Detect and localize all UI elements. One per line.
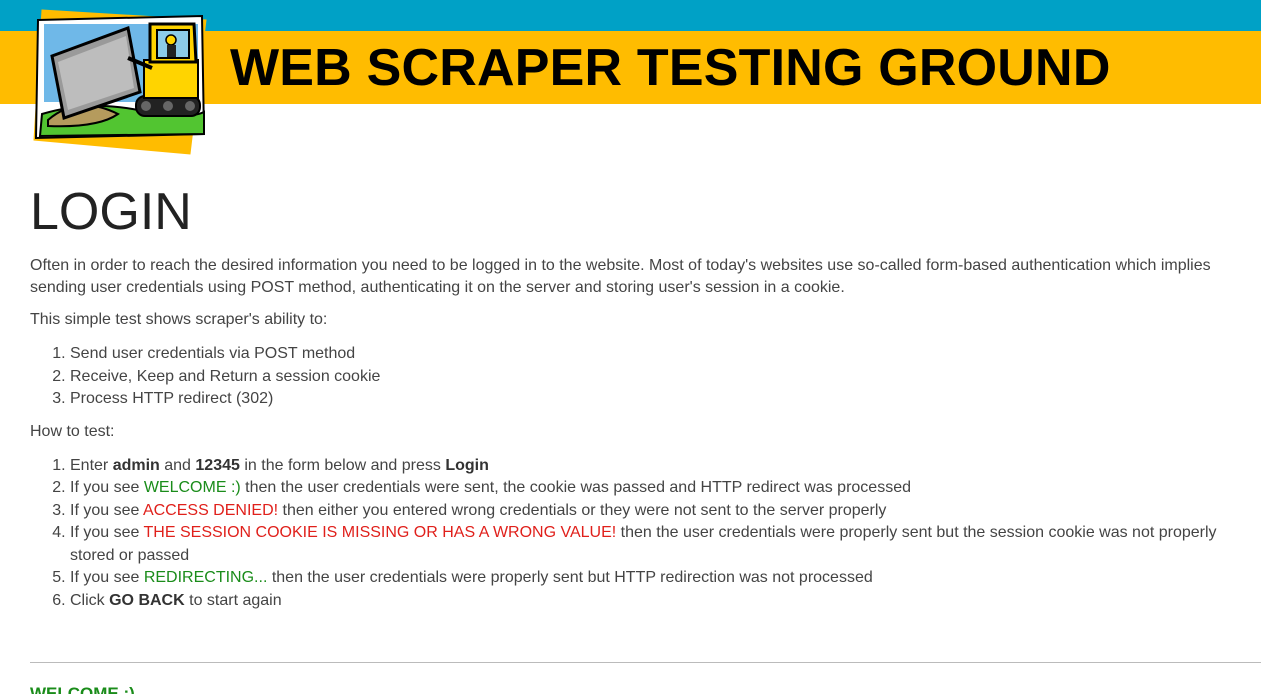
step-text: and [159, 456, 196, 474]
username-hint: admin [112, 456, 160, 474]
list-item: Process HTTP redirect (302) [70, 388, 1261, 411]
password-hint: 12345 [195, 456, 240, 474]
list-item: If you see ACCESS DENIED! then either yo… [70, 500, 1261, 523]
abilities-list: Send user credentials via POST method Re… [30, 343, 1261, 411]
step-text: If you see [70, 479, 144, 496]
section-divider [30, 662, 1261, 663]
status-welcome: WELCOME :) [143, 479, 241, 496]
step-text: in the form below and press [239, 456, 446, 474]
step-text: If you see [70, 524, 144, 541]
page: WEB SCRAPER TESTING GROUND LOGIN Often i… [0, 0, 1278, 694]
list-item: If you see WELCOME :) then the user cred… [70, 477, 1261, 500]
step-text: to start again [184, 591, 282, 609]
how-to-intro: How to test: [30, 422, 115, 440]
list-item: Enter admin and 12345 in the form below … [70, 455, 1261, 478]
site-title[interactable]: WEB SCRAPER TESTING GROUND [230, 38, 1111, 98]
step-text: Enter [70, 456, 113, 474]
status-redirecting: REDIRECTING... [143, 569, 268, 586]
main-content: LOGIN Often in order to reach the desire… [30, 180, 1261, 612]
page-title: LOGIN [30, 183, 192, 241]
list-item: Click GO BACK to start again [70, 590, 1261, 613]
how-to-steps-list: Enter admin and 12345 in the form below … [30, 455, 1261, 613]
result-message: WELCOME :) [30, 684, 135, 694]
go-back-hint: GO BACK [109, 591, 185, 609]
list-item: Send user credentials via POST method [70, 343, 1261, 366]
list-item: Receive, Keep and Return a session cooki… [70, 366, 1261, 389]
list-item: If you see REDIRECTING... then the user … [70, 567, 1261, 590]
step-text: Click [70, 591, 110, 609]
intro-paragraph: Often in order to reach the desired info… [30, 257, 1211, 296]
step-text: then either you entered wrong credential… [278, 501, 887, 519]
step-text: If you see [70, 501, 143, 519]
list-item: If you see THE SESSION COOKIE IS MISSING… [70, 522, 1261, 567]
step-text: If you see [70, 569, 144, 586]
bulldozer-logo-icon[interactable] [28, 2, 210, 158]
status-access-denied: ACCESS DENIED! [142, 501, 279, 519]
status-cookie-missing: THE SESSION COOKIE IS MISSING OR HAS A W… [143, 524, 617, 541]
abilities-intro: This simple test shows scraper's ability… [30, 311, 328, 328]
step-text: then the user credentials were sent, the… [240, 479, 911, 496]
login-button-hint: Login [445, 456, 489, 474]
step-text: then the user credentials were properly … [267, 569, 873, 586]
